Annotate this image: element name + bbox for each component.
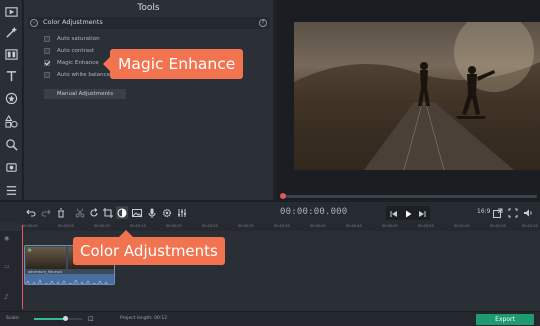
project-length: Project length: 00:12 (120, 316, 168, 321)
tick-label: 00:00:15 (130, 224, 146, 228)
section-title: Color Adjustments (43, 18, 103, 26)
image-icon[interactable] (131, 206, 143, 219)
timeline-ruler[interactable]: 00:00:00 00:00:05 00:00:10 00:00:15 00:0… (22, 223, 540, 231)
zoom-to-fit-icon[interactable]: ⊡ (88, 315, 94, 323)
callout-magic-enhance: Magic Enhance (102, 49, 244, 79)
edit-toolbar: 00:00:00.000 16:9 (0, 201, 540, 223)
option-label: Auto contrast (57, 48, 95, 54)
preview-image (294, 22, 540, 170)
preview-panel (277, 0, 540, 200)
callout-color-adjustments: Color Adjustments (73, 230, 225, 265)
tick-label: 00:00:30 (238, 224, 254, 228)
track-headers: ◉ ▭ ♪ (0, 231, 22, 311)
redo-icon[interactable] (40, 206, 52, 219)
crop-icon[interactable] (102, 206, 114, 219)
eye-icon[interactable]: ◉ (4, 235, 9, 242)
more-menu-icon[interactable] (2, 181, 21, 199)
fullscreen-icon[interactable] (507, 206, 519, 219)
volume-icon[interactable] (522, 206, 534, 219)
detach-preview-icon[interactable] (492, 206, 504, 219)
play-icon[interactable] (402, 207, 414, 220)
manual-adjustments-button[interactable]: Manual Adjustments (44, 89, 126, 99)
delete-icon[interactable] (55, 206, 67, 219)
video-frame (294, 22, 540, 170)
tools-panel: Tools ‹ Color Adjustments ? Auto saturat… (24, 0, 273, 200)
color-adjustments-header: ‹ Color Adjustments ? (28, 17, 270, 29)
clip-audio-waveform (25, 274, 114, 284)
option-label: Magic Enhance (57, 60, 99, 66)
tick-label: 00:01:05 (490, 224, 506, 228)
microphone-icon[interactable] (146, 206, 158, 219)
favorite-star-icon: ★ (27, 247, 33, 254)
playhead[interactable] (22, 225, 23, 309)
scrubber-handle[interactable] (280, 193, 286, 199)
back-icon[interactable]: ‹ (30, 19, 38, 27)
cut-icon[interactable] (74, 206, 86, 219)
aspect-ratio-selector[interactable]: 16:9 (477, 208, 490, 215)
panel-title: Tools (137, 3, 160, 13)
help-icon[interactable]: ? (259, 19, 267, 27)
shapes-icon[interactable] (2, 112, 21, 130)
tick-label: 00:00:05 (58, 224, 74, 228)
previous-frame-icon[interactable] (388, 207, 400, 220)
tick-label: 00:00:10 (94, 224, 110, 228)
title-text-icon[interactable] (2, 67, 21, 85)
tick-label: 00:00:20 (166, 224, 182, 228)
music-note-icon[interactable]: ♪ (4, 293, 8, 301)
video-track-icon[interactable]: ▭ (4, 263, 10, 270)
tick-label: 00:00:55 (418, 224, 434, 228)
checkbox[interactable] (44, 48, 50, 54)
option-label: Auto saturation (57, 36, 100, 42)
magic-wand-icon[interactable] (2, 23, 21, 41)
settings-gear-icon[interactable] (161, 206, 173, 219)
timecode-display: 00:00:00.000 (280, 207, 348, 217)
tick-label: 00:00:40 (310, 224, 326, 228)
scale-slider-fill (34, 318, 65, 320)
tick-label: 00:00:00 (22, 224, 38, 228)
zoom-icon[interactable] (2, 135, 21, 153)
undo-icon[interactable] (25, 206, 37, 219)
filters-icon[interactable] (2, 45, 21, 63)
tick-label: 00:01:00 (454, 224, 470, 228)
option-auto-white-balance[interactable]: Auto white balance (44, 71, 110, 79)
export-button[interactable]: Export (476, 314, 534, 325)
tick-label: 00:00:35 (274, 224, 290, 228)
preview-scrubber[interactable] (283, 195, 537, 198)
option-auto-saturation[interactable]: Auto saturation (44, 35, 100, 43)
scale-slider-handle[interactable] (63, 316, 68, 321)
option-magic-enhance[interactable]: Magic Enhance (44, 59, 99, 67)
left-toolbar (0, 0, 23, 200)
checkbox[interactable] (44, 72, 50, 78)
status-bar: Scale: ⊡ Project length: 00:12 Export (0, 311, 540, 326)
color-adjustments-icon[interactable] (116, 206, 128, 219)
equalizer-icon[interactable] (176, 206, 188, 219)
clip-filename: adventure_file.mp4 (28, 270, 62, 274)
checkbox[interactable] (44, 36, 50, 42)
stabilization-icon[interactable] (2, 158, 21, 176)
option-auto-contrast[interactable]: Auto contrast (44, 47, 94, 55)
sticker-icon[interactable] (2, 89, 21, 107)
scale-label: Scale: (6, 316, 20, 321)
tick-label: 00:00:25 (202, 224, 218, 228)
film-import-icon[interactable] (2, 2, 21, 20)
playback-controls (386, 206, 430, 220)
tick-label: 00:01:10 (522, 224, 538, 228)
tick-label: 00:00:50 (382, 224, 398, 228)
rotate-icon[interactable] (88, 206, 100, 219)
option-label: Auto white balance (57, 72, 110, 78)
next-frame-icon[interactable] (416, 207, 428, 220)
checkbox-checked[interactable] (44, 60, 50, 66)
tick-label: 00:00:45 (346, 224, 362, 228)
